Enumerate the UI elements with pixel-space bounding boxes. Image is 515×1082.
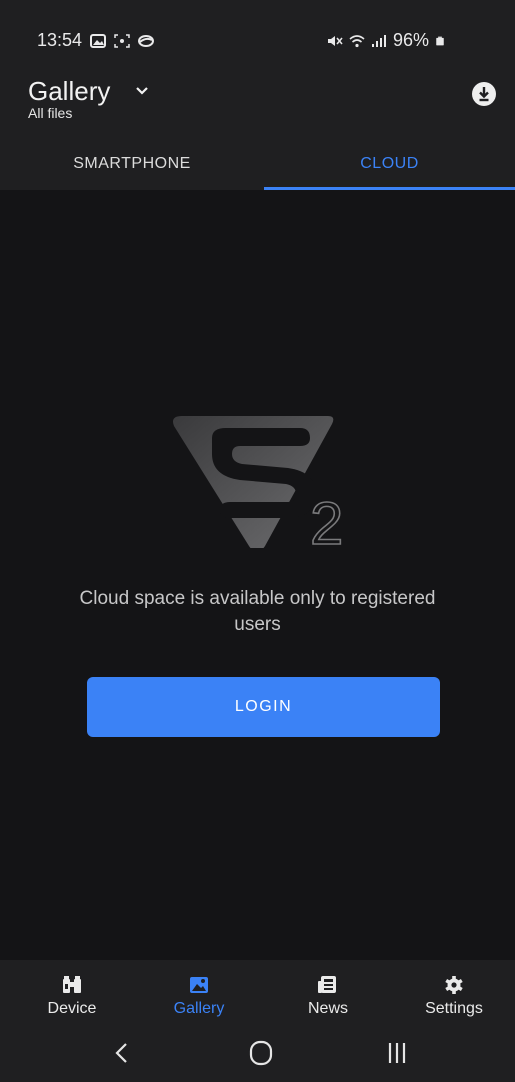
mute-icon [327, 35, 343, 46]
cloud-notification-icon [138, 34, 155, 47]
home-icon[interactable] [246, 1040, 276, 1066]
gallery-subtitle: All files [28, 105, 73, 121]
cloud-content: 2 Cloud space is available only to regis… [0, 190, 515, 960]
download-icon[interactable] [471, 81, 497, 107]
app-logo: 2 [173, 416, 344, 548]
image-icon [190, 977, 208, 993]
gear-icon [445, 976, 463, 994]
photo-notification-icon [90, 33, 107, 48]
nav-settings-label: Settings [425, 1000, 483, 1017]
logo-number: 2 [310, 490, 343, 548]
chevron-down-icon[interactable] [135, 84, 149, 98]
signal-icon [371, 34, 386, 47]
bottom-navigation: Device Gallery News Settings [0, 960, 515, 1024]
nav-news[interactable]: News [264, 960, 392, 1024]
battery-percent: 96% [392, 30, 429, 50]
nav-device[interactable]: Device [8, 960, 136, 1024]
screenshot-notification-icon [114, 33, 130, 48]
system-navigation [0, 1024, 515, 1082]
cloud-message: Cloud space is available only to registe… [79, 588, 436, 635]
back-icon[interactable] [108, 1040, 138, 1066]
binoculars-icon [63, 976, 81, 993]
wifi-icon [349, 34, 365, 47]
nav-settings[interactable]: Settings [390, 960, 515, 1024]
app-bar: Gallery All files [0, 60, 515, 140]
nav-gallery[interactable]: Gallery [135, 960, 263, 1024]
status-bar: 13:54 96% [0, 0, 515, 60]
nav-device-label: Device [47, 1000, 97, 1017]
tab-smartphone[interactable]: SMARTPHONE [0, 140, 264, 188]
gallery-title[interactable]: Gallery [28, 76, 110, 107]
newspaper-icon [318, 976, 336, 993]
nav-gallery-label: Gallery [173, 1000, 225, 1017]
status-right: 96% [327, 30, 445, 51]
login-button[interactable]: LOGIN [87, 677, 440, 737]
status-left: 13:54 [37, 30, 155, 51]
gallery-tabs: SMARTPHONE CLOUD [0, 140, 515, 190]
tab-cloud[interactable]: CLOUD [264, 140, 515, 188]
status-time: 13:54 [37, 30, 83, 50]
recents-icon[interactable] [382, 1040, 412, 1066]
battery-icon [436, 36, 444, 45]
nav-news-label: News [307, 1000, 348, 1017]
screen: 13:54 96% Gallery All files SMARTPHONE C… [0, 0, 515, 1082]
